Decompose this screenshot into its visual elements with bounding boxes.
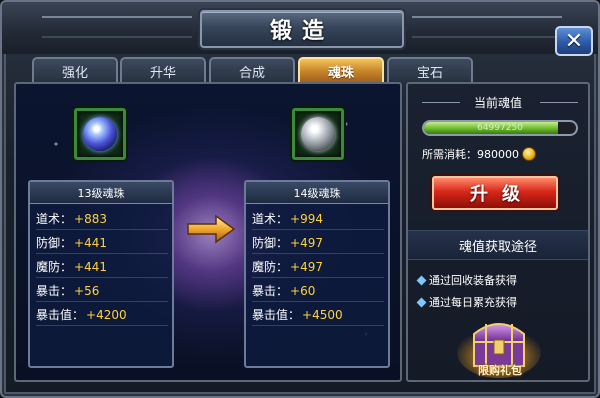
stat-value: +497 bbox=[290, 259, 323, 274]
stat-key: 防御： bbox=[252, 236, 289, 250]
cost-line: 所需消耗：980000 bbox=[422, 146, 536, 162]
stat-key: 防御： bbox=[36, 236, 73, 250]
tab-sublimate[interactable]: 升华 bbox=[120, 57, 206, 83]
soul-progress-bar: 64997250 bbox=[422, 120, 578, 136]
stat-row: 暴击值： +4500 bbox=[252, 304, 384, 326]
window-title: 锻造 bbox=[269, 19, 334, 44]
stat-value: +994 bbox=[290, 211, 323, 226]
stat-row: 道术： +883 bbox=[36, 208, 168, 230]
tab-enhance[interactable]: 强化 bbox=[32, 57, 118, 83]
diamond-bullet-icon bbox=[416, 297, 427, 307]
next-orb-stats: 14级魂珠 道术： +994 防御： +497 魔防： +497 暴击： +60 暴击值… bbox=[244, 180, 390, 368]
title-ornament-right bbox=[412, 16, 562, 38]
orb-compare-panel: 13级魂珠 道术： +883 防御： +441 魔防： +441 暴击： +56 暴击值… bbox=[14, 82, 402, 382]
title-bar: 锻造 ✕ bbox=[2, 2, 598, 56]
soul-value-panel: 当前魂值 64997250 所需消耗：980000 升级 魂值获取途径 通过回收… bbox=[406, 82, 590, 382]
upgrade-arrow-icon bbox=[187, 214, 236, 244]
tab-synthesize[interactable]: 合成 bbox=[209, 57, 295, 83]
stat-value: +4500 bbox=[302, 307, 343, 322]
forge-window: 锻造 ✕ 强化 升华 合成 魂珠 宝石 13级魂珠 道术： +883 防御： +44… bbox=[0, 0, 600, 398]
stat-row: 暴击： +56 bbox=[36, 280, 168, 302]
current-orb-stats: 13级魂珠 道术： +883 防御： +441 魔防： +441 暴击： +56 暴击值… bbox=[28, 180, 174, 368]
stat-key: 道术： bbox=[252, 212, 289, 226]
stat-row: 暴击： +60 bbox=[252, 280, 384, 302]
stat-key: 魔防： bbox=[36, 260, 73, 274]
next-orb-title: 14级魂珠 bbox=[246, 182, 388, 204]
stat-value: +497 bbox=[290, 235, 323, 250]
stat-row: 魔防： +441 bbox=[36, 256, 168, 278]
stat-row: 防御： +441 bbox=[36, 232, 168, 254]
title-plate: 锻造 bbox=[200, 10, 404, 48]
tab-gem[interactable]: 宝石 bbox=[387, 57, 473, 83]
soul-progress-text: 64997250 bbox=[477, 123, 523, 133]
stat-key: 道术： bbox=[36, 212, 73, 226]
stat-key: 魔防： bbox=[252, 260, 289, 274]
diamond-bullet-icon bbox=[416, 275, 427, 285]
divider bbox=[540, 102, 578, 103]
tab-soul-orb[interactable]: 魂珠 bbox=[298, 57, 384, 83]
stat-row: 暴击值： +4200 bbox=[36, 304, 168, 326]
stat-value: +441 bbox=[74, 259, 107, 274]
way-label: 通过回收装备获得 bbox=[429, 274, 517, 287]
blue-soul-orb-icon bbox=[83, 117, 117, 151]
close-icon: ✕ bbox=[564, 28, 584, 54]
stat-row: 魔防： +497 bbox=[252, 256, 384, 278]
stat-key: 暴击值： bbox=[36, 308, 85, 322]
limited-gift-label: 限购礼包 bbox=[478, 364, 522, 377]
stat-value: +4200 bbox=[86, 307, 127, 322]
stat-value: +441 bbox=[74, 235, 107, 250]
stat-value: +883 bbox=[74, 211, 107, 226]
close-button[interactable]: ✕ bbox=[555, 26, 593, 56]
stat-row: 道术： +994 bbox=[252, 208, 384, 230]
stat-key: 暴击值： bbox=[252, 308, 301, 322]
acquire-ways-title: 魂值获取途径 bbox=[408, 230, 588, 260]
silver-soul-orb-icon bbox=[301, 117, 335, 151]
title-ornament-left bbox=[42, 16, 192, 38]
tab-bar: 强化 升华 合成 魂珠 宝石 bbox=[32, 57, 473, 83]
upgrade-button[interactable]: 升级 bbox=[432, 176, 558, 210]
cost-label: 所需消耗：980000 bbox=[422, 148, 519, 161]
stat-key: 暴击： bbox=[36, 284, 73, 298]
stat-key: 暴击： bbox=[252, 284, 289, 298]
stat-row: 防御： +497 bbox=[252, 232, 384, 254]
stat-value: +60 bbox=[290, 283, 316, 298]
current-orb-slot[interactable] bbox=[74, 108, 126, 160]
current-orb-title: 13级魂珠 bbox=[30, 182, 172, 204]
coin-icon bbox=[522, 147, 536, 161]
stat-value: +56 bbox=[74, 283, 100, 298]
way-recycle-link[interactable]: 通过回收装备获得 bbox=[416, 272, 517, 288]
next-orb-slot[interactable] bbox=[292, 108, 344, 160]
